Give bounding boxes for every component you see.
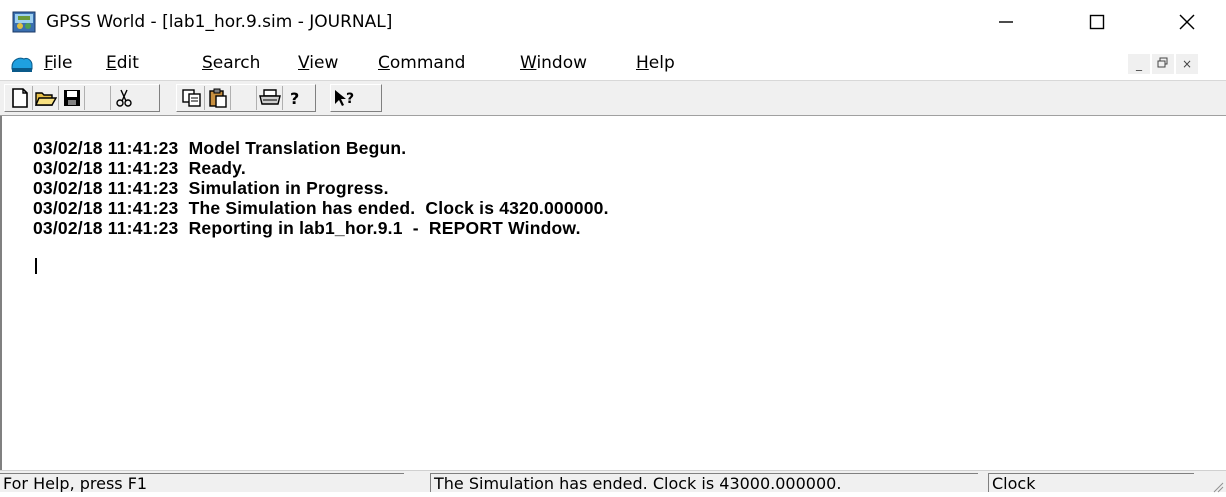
journal-line: 03/02/18 11:41:23 The Simulation has end… xyxy=(33,198,609,218)
mdi-close-button[interactable]: × xyxy=(1176,54,1198,74)
maximize-icon xyxy=(1089,14,1105,30)
mdi-restore-button[interactable] xyxy=(1152,54,1174,74)
toolbar-edit-group: ? xyxy=(176,84,316,112)
copy-button[interactable] xyxy=(179,86,205,110)
help-icon: ? xyxy=(288,88,304,108)
resize-grip-icon[interactable] xyxy=(1210,478,1224,493)
text-caret xyxy=(35,258,37,274)
journal-doc-icon[interactable] xyxy=(10,53,34,75)
close-icon xyxy=(1178,13,1196,31)
status-message: The Simulation has ended. Clock is 43000… xyxy=(430,473,978,492)
menu-edit[interactable]: Edit xyxy=(106,52,139,74)
save-button[interactable] xyxy=(59,86,85,110)
save-disk-icon xyxy=(63,89,81,107)
menu-search[interactable]: Search xyxy=(202,52,260,74)
journal-line: 03/02/18 11:41:23 Reporting in lab1_hor.… xyxy=(33,218,581,238)
paste-button[interactable] xyxy=(205,86,231,110)
window-title: GPSS World - [lab1_hor.9.sim - JOURNAL] xyxy=(46,12,393,32)
minimize-button[interactable] xyxy=(960,0,1050,44)
menu-help[interactable]: Help xyxy=(636,52,675,74)
menu-view[interactable]: View xyxy=(298,52,338,74)
cut-scissors-icon xyxy=(115,88,133,108)
open-folder-icon xyxy=(34,89,57,107)
toolbar-help-group: ? xyxy=(330,84,382,112)
copy-icon xyxy=(181,88,202,108)
context-help-icon: ? xyxy=(333,88,359,108)
mdi-minimize-button[interactable]: _ xyxy=(1128,54,1150,74)
print-icon xyxy=(258,89,281,107)
spacer-2 xyxy=(231,86,257,110)
menu-file[interactable]: File xyxy=(44,52,72,74)
spacer-1 xyxy=(85,86,111,110)
svg-text:?: ? xyxy=(346,91,354,107)
menu-bar: File Edit Search View Command Window Hel… xyxy=(0,50,1226,78)
journal-line: 03/02/18 11:41:23 Ready. xyxy=(33,158,246,178)
minimize-icon xyxy=(997,14,1013,30)
title-bar: GPSS World - [lab1_hor.9.sim - JOURNAL] xyxy=(0,0,1226,44)
journal-window[interactable]: 03/02/18 11:41:23 Model Translation Begu… xyxy=(0,116,1226,470)
journal-line: 03/02/18 11:41:23 Simulation in Progress… xyxy=(33,178,389,198)
paste-clipboard-icon xyxy=(208,88,228,108)
toolbar: ? ? xyxy=(0,80,1226,116)
print-button[interactable] xyxy=(257,86,283,110)
menu-window[interactable]: Window xyxy=(520,52,587,74)
close-button[interactable] xyxy=(1142,0,1226,44)
status-clock: Clock xyxy=(988,473,1194,492)
cut-button[interactable] xyxy=(111,86,137,110)
toolbar-file-group xyxy=(4,84,160,112)
menu-command[interactable]: Command xyxy=(378,52,465,74)
restore-icon xyxy=(1157,57,1169,72)
status-bar: For Help, press F1 The Simulation has en… xyxy=(0,470,1226,493)
maximize-button[interactable] xyxy=(1052,0,1142,44)
status-help-text: For Help, press F1 xyxy=(0,473,404,492)
new-file-icon xyxy=(11,88,29,108)
gpss-world-icon[interactable] xyxy=(12,10,36,34)
svg-text:?: ? xyxy=(290,89,299,108)
new-file-button[interactable] xyxy=(7,86,33,110)
journal-line: 03/02/18 11:41:23 Model Translation Begu… xyxy=(33,138,407,158)
help-button[interactable]: ? xyxy=(283,86,309,110)
open-button[interactable] xyxy=(33,86,59,110)
context-help-button[interactable]: ? xyxy=(333,86,359,110)
